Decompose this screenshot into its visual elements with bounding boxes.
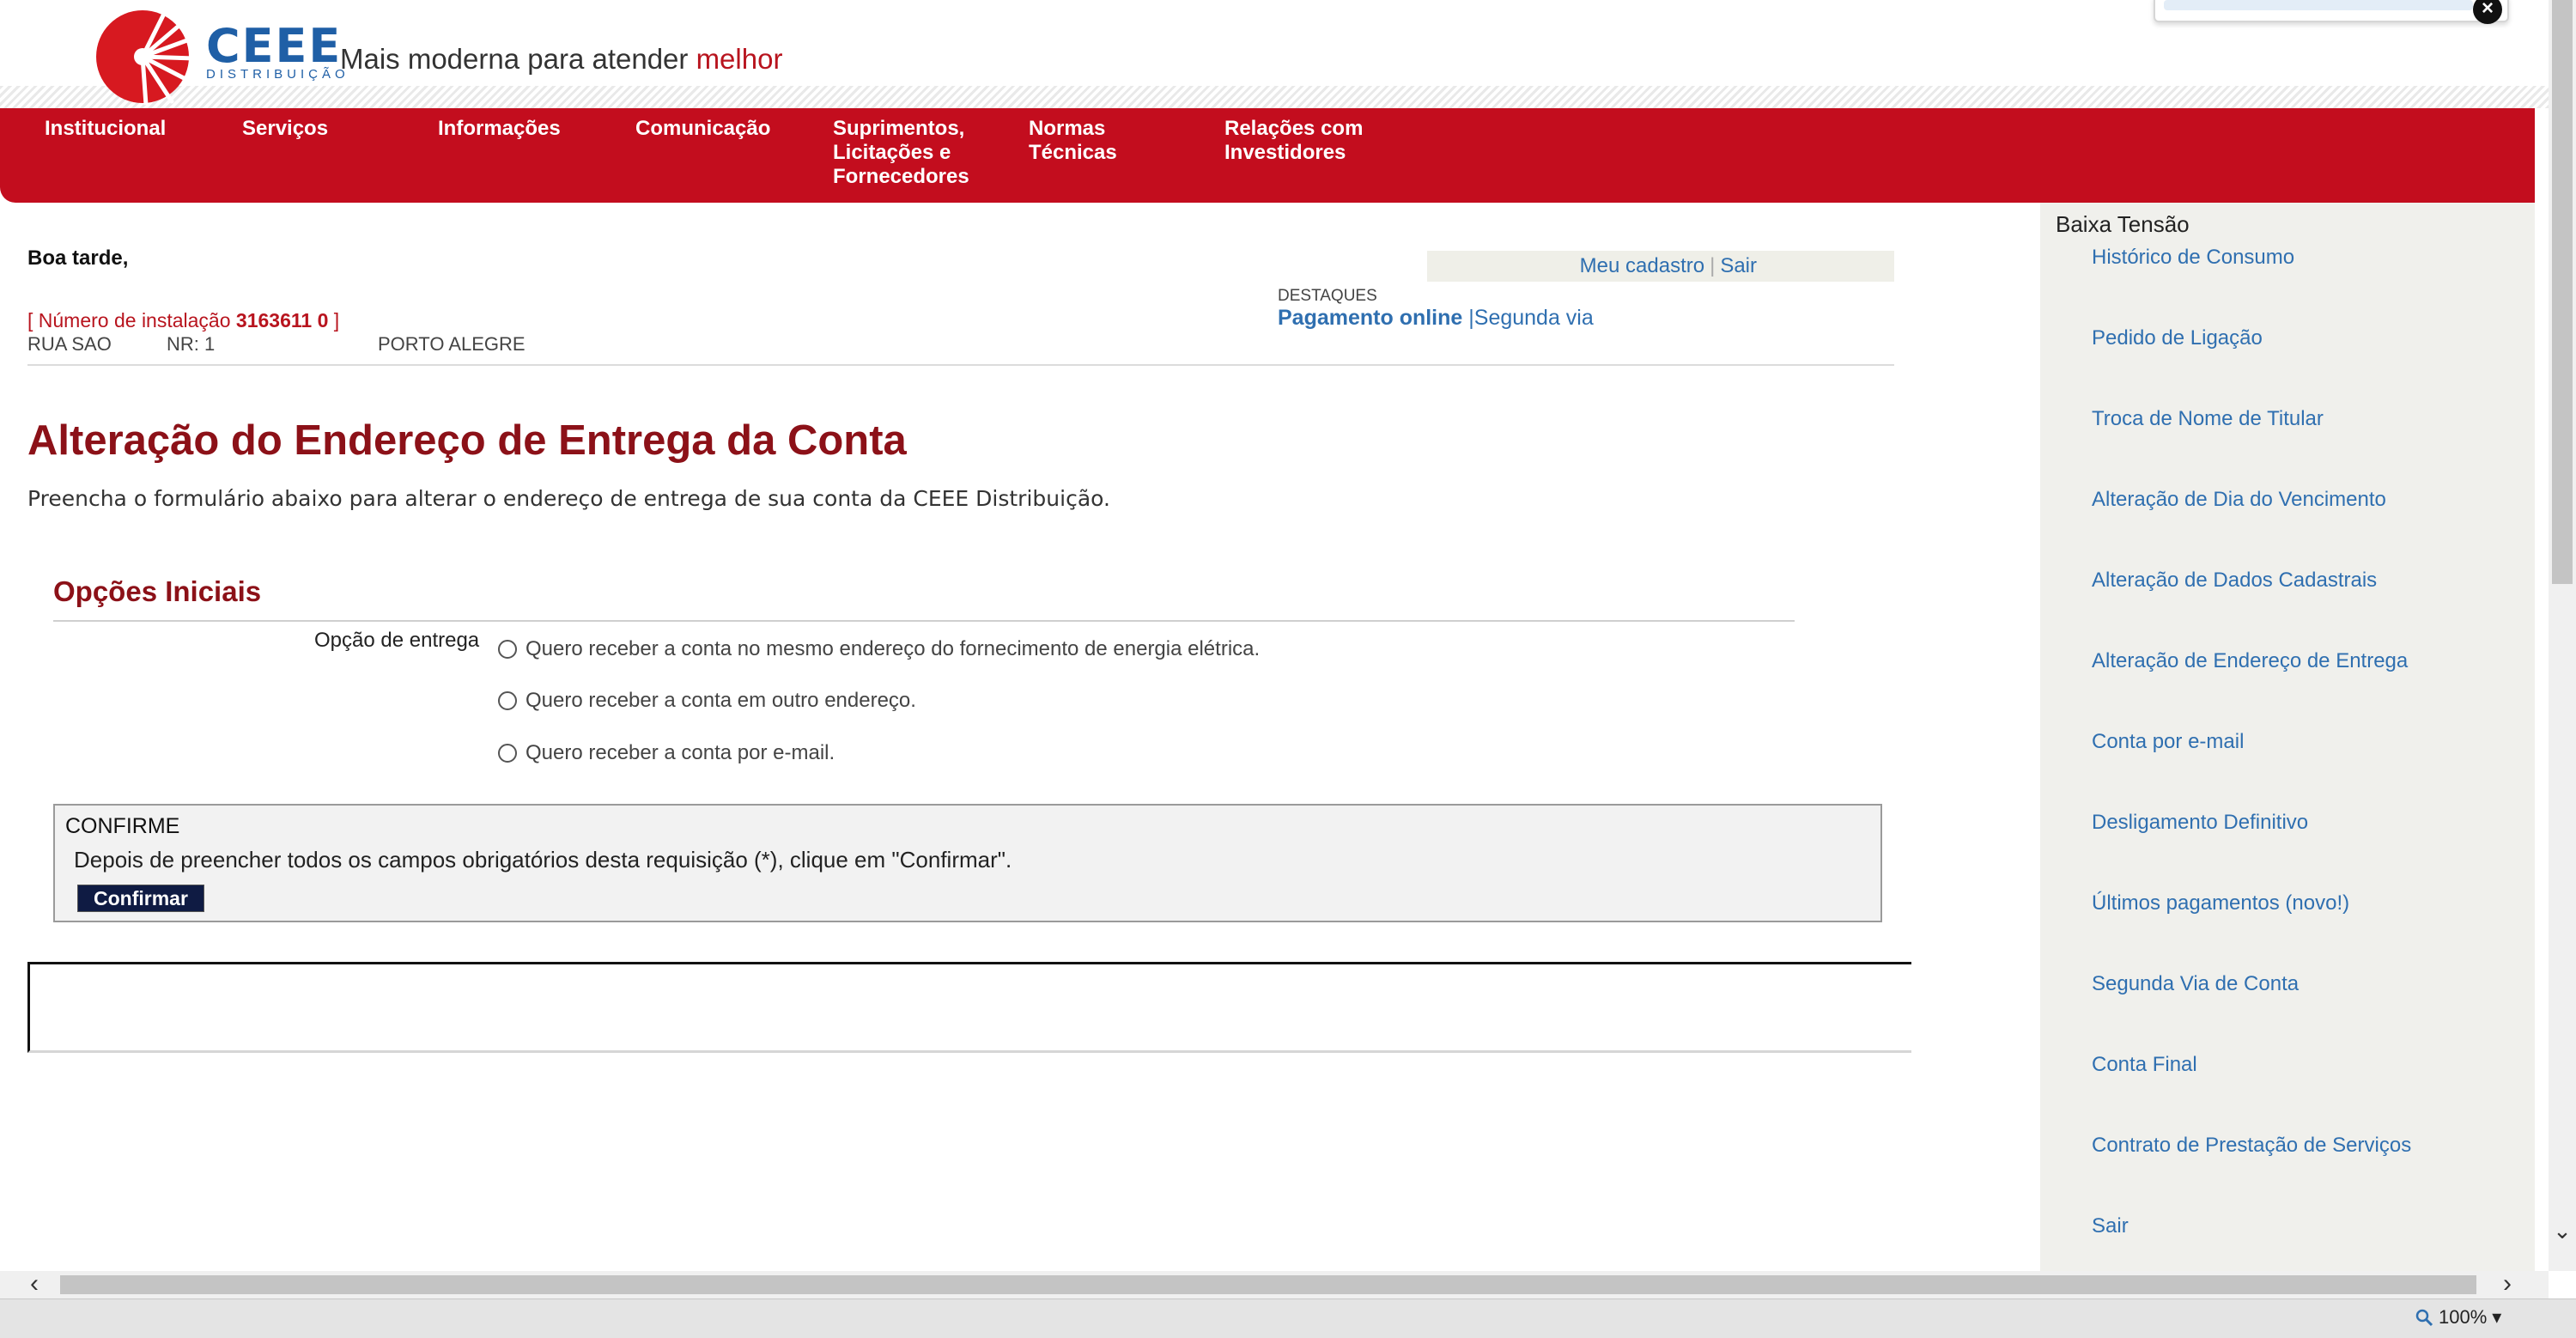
zoom-level: 100% [2439, 1306, 2488, 1328]
confirm-button[interactable]: Confirmar [77, 885, 204, 912]
sidebar-item-pedido-ligacao[interactable]: Pedido de Ligação [2092, 326, 2263, 350]
header-stripe [0, 86, 2549, 108]
radio-label: Quero receber a conta no mesmo endereço … [526, 637, 1261, 660]
nav-label: Comunicação [635, 117, 771, 140]
nav-label: Informações [438, 117, 561, 140]
radio-same-address[interactable]: Quero receber a conta no mesmo endereço … [498, 637, 1260, 661]
status-bar: 100% ▾ [0, 1298, 2576, 1338]
radio-label: Quero receber a conta por e-mail. [526, 741, 835, 764]
nav-item-normas-tecnicas[interactable]: Normas Técnicas [1029, 117, 1117, 165]
radio-button[interactable] [498, 691, 517, 710]
nav-label: Institucional [45, 117, 167, 140]
nav-label: Serviços [242, 117, 329, 140]
vertical-scrollbar[interactable]: ⌄ [2549, 0, 2576, 1271]
logo-subtext: DISTRIBUIÇÃO [206, 67, 349, 82]
nav-label: Normas Técnicas [1029, 117, 1117, 164]
section-title: Opções Iniciais [53, 575, 262, 607]
address-number: NR: 1 [167, 333, 216, 355]
sidebar-item-conta-email[interactable]: Conta por e-mail [2092, 730, 2244, 754]
slogan-prefix: Mais moderna para atender [340, 43, 696, 75]
nav-item-institucional[interactable]: Institucional [45, 117, 166, 141]
horizontal-scroll-thumb[interactable] [60, 1275, 2476, 1294]
popup-bar [2164, 0, 2473, 10]
confirm-title: CONFIRME [65, 814, 180, 838]
chevron-down-icon[interactable]: ▾ [2492, 1306, 2501, 1329]
nav-item-informacoes[interactable]: Informações [438, 117, 561, 141]
radio-email[interactable]: Quero receber a conta por e-mail. [498, 741, 835, 765]
nav-item-relacoes-investidores[interactable]: Relações com Investidores [1224, 117, 1363, 165]
main-nav: Institucional Serviços Informações Comun… [0, 108, 2535, 203]
ceee-logo-icon[interactable] [93, 5, 199, 105]
sidebar-item-segunda-via[interactable]: Segunda Via de Conta [2092, 972, 2299, 996]
link-separator: | [1710, 254, 1716, 277]
install-suffix: ] [328, 309, 340, 331]
pagamento-online-link[interactable]: Pagamento online [1278, 306, 1462, 330]
radio-label: Quero receber a conta em outro endereço. [526, 689, 916, 712]
sidebar-item-dados-cadastrais[interactable]: Alteração de Dados Cadastrais [2092, 569, 2377, 593]
install-number: 3163611 0 [235, 309, 329, 331]
scroll-right-icon[interactable]: › [2490, 1271, 2524, 1298]
sidebar-item-desligamento[interactable]: Desligamento Definitivo [2092, 811, 2308, 835]
installation-number: [ Número de instalação 3163611 0 ] [27, 309, 339, 332]
delivery-option-label: Opção de entrega [314, 629, 480, 652]
sidebar-item-endereco-entrega[interactable]: Alteração de Endereço de Entrega [2092, 649, 2408, 673]
logo-text: CEEE [206, 19, 343, 73]
sidebar-item-troca-titular[interactable]: Troca de Nome de Titular [2092, 407, 2324, 431]
radio-button[interactable] [498, 640, 517, 659]
sidebar-item-historico-consumo[interactable]: Histórico de Consumo [2092, 246, 2294, 270]
greeting: Boa tarde, [27, 246, 129, 270]
meu-cadastro-link[interactable]: Meu cadastro [1580, 254, 1704, 277]
section-divider [53, 620, 1795, 622]
sidebar-item-dia-vencimento[interactable]: Alteração de Dia do Vencimento [2092, 488, 2386, 512]
page-title: Alteração do Endereço de Entrega da Cont… [27, 417, 907, 464]
nav-label: Suprimentos, Licitações e Fornecedores [833, 117, 969, 188]
site-header: CEEE DISTRIBUIÇÃO Mais moderna para aten… [0, 0, 2549, 108]
sidebar-item-contrato[interactable]: Contrato de Prestação de Serviços [2092, 1134, 2411, 1158]
radio-other-address[interactable]: Quero receber a conta em outro endereço. [498, 689, 916, 713]
sidebar-item-conta-final[interactable]: Conta Final [2092, 1053, 2197, 1077]
slogan-accent: melhor [696, 43, 783, 75]
divider [27, 364, 1894, 366]
vertical-scroll-thumb[interactable] [2552, 0, 2573, 584]
segunda-via-link[interactable]: Segunda via [1474, 306, 1594, 330]
sair-link[interactable]: Sair [1720, 254, 1757, 277]
nav-item-suprimentos[interactable]: Suprimentos, Licitações e Fornecedores [833, 117, 969, 189]
address-street: RUA SAO [27, 333, 112, 355]
nav-label: Relações com Investidores [1224, 117, 1364, 164]
sidebar: Baixa Tensão Histórico de Consumo Pedido… [2040, 203, 2535, 1271]
sidebar-heading: Baixa Tensão [2056, 211, 2190, 237]
slogan: Mais moderna para atender melhor [340, 43, 782, 76]
radio-button[interactable] [498, 744, 517, 763]
confirm-text: Depois de preencher todos os campos obri… [74, 847, 1012, 873]
magnifier-icon [2415, 1309, 2433, 1327]
horizontal-scrollbar[interactable]: ‹ › [0, 1271, 2549, 1298]
install-prefix: [ Número de instalação [27, 309, 236, 331]
scroll-left-icon[interactable]: ‹ [17, 1271, 52, 1298]
sidebar-item-sair[interactable]: Sair [2092, 1214, 2129, 1238]
user-links: Meu cadastro | Sair [1580, 254, 1757, 278]
user-links-bar: Meu cadastro | Sair [1427, 251, 1894, 282]
nav-item-servicos[interactable]: Serviços [242, 117, 328, 141]
destaques-links: Pagamento online |Segunda via [1278, 306, 1594, 331]
notification-popup [2154, 0, 2509, 22]
zoom-control[interactable]: 100% ▾ [2415, 1306, 2501, 1329]
sidebar-item-ultimos-pagamentos[interactable]: Últimos pagamentos (novo!) [2092, 891, 2349, 915]
nav-item-comunicacao[interactable]: Comunicação [635, 117, 770, 141]
destaques-label: DESTAQUES [1278, 287, 1377, 305]
confirm-panel: CONFIRME Depois de preencher todos os ca… [53, 804, 1882, 922]
address-city: PORTO ALEGRE [378, 333, 526, 355]
page-subtitle: Preencha o formulário abaixo para altera… [27, 486, 1110, 511]
scroll-down-icon[interactable]: ⌄ [2549, 1218, 2576, 1244]
empty-frame [27, 962, 1911, 1053]
